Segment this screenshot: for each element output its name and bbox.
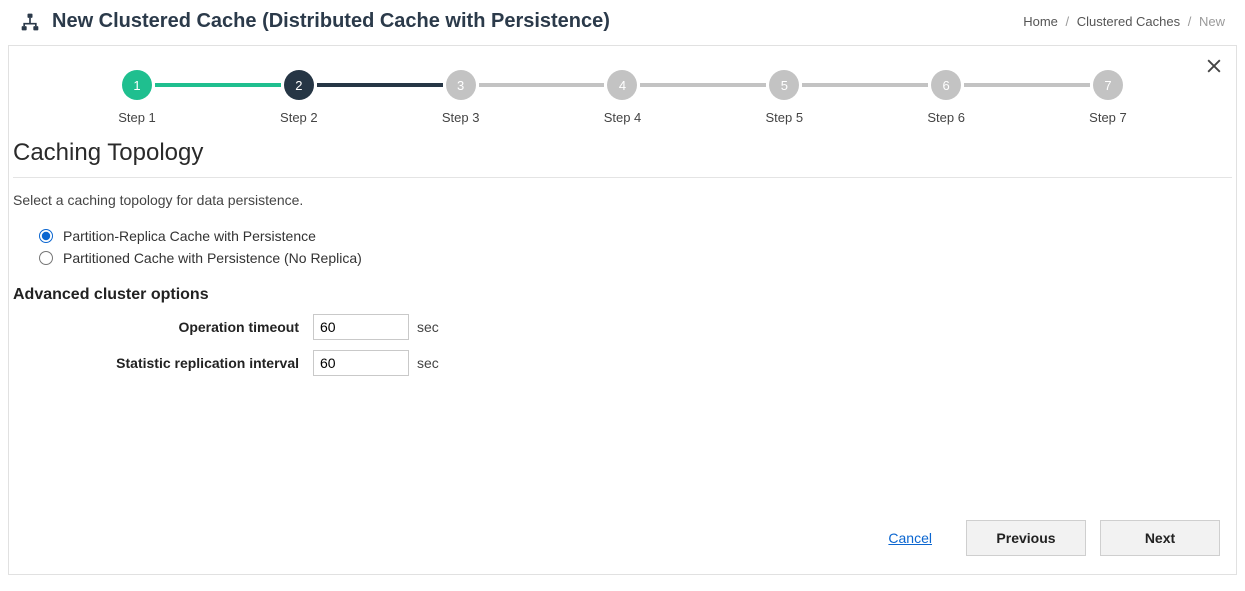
section-description: Select a caching topology for data persi… <box>13 192 1232 208</box>
page-header: New Clustered Cache (Distributed Cache w… <box>0 0 1245 45</box>
radio-input-partition-replica[interactable] <box>39 229 53 243</box>
operation-timeout-label: Operation timeout <box>13 319 313 335</box>
operation-timeout-input[interactable] <box>313 314 409 340</box>
stepper: 1 Step 1 2 Step 2 3 Step 3 4 Step 4 5 St… <box>9 46 1236 125</box>
breadcrumb-home[interactable]: Home <box>1023 14 1058 29</box>
radio-input-partitioned-noreplica[interactable] <box>39 251 53 265</box>
step-circle: 4 <box>607 70 637 100</box>
step-label: Step 2 <box>280 110 318 125</box>
step-connector <box>317 83 443 87</box>
divider <box>13 177 1232 178</box>
stat-replication-input[interactable] <box>313 350 409 376</box>
step-6[interactable]: 6 Step 6 <box>928 70 964 125</box>
close-icon[interactable] <box>1204 56 1224 76</box>
step-connector <box>479 83 605 87</box>
step-circle: 7 <box>1093 70 1123 100</box>
header-left: New Clustered Cache (Distributed Cache w… <box>20 10 610 33</box>
step-label: Step 5 <box>766 110 804 125</box>
breadcrumb-section[interactable]: Clustered Caches <box>1077 14 1180 29</box>
topology-radio-group: Partition-Replica Cache with Persistence… <box>13 228 1232 266</box>
stat-replication-unit: sec <box>417 355 439 371</box>
step-connector <box>802 83 928 87</box>
previous-button[interactable]: Previous <box>966 520 1086 556</box>
field-stat-replication: Statistic replication interval sec <box>13 350 1232 376</box>
breadcrumb: Home / Clustered Caches / New <box>1023 14 1225 29</box>
step-label: Step 6 <box>927 110 965 125</box>
step-connector <box>640 83 766 87</box>
step-circle: 2 <box>284 70 314 100</box>
step-circle: 1 <box>122 70 152 100</box>
breadcrumb-current: New <box>1199 14 1225 29</box>
step-circle: 5 <box>769 70 799 100</box>
cancel-link[interactable]: Cancel <box>888 530 932 546</box>
step-connector <box>964 83 1090 87</box>
next-button[interactable]: Next <box>1100 520 1220 556</box>
section-title: Caching Topology <box>9 125 1236 177</box>
step-circle: 3 <box>446 70 476 100</box>
step-label: Step 1 <box>118 110 156 125</box>
step-5[interactable]: 5 Step 5 <box>766 70 802 125</box>
sitemap-icon <box>20 12 40 32</box>
step-1[interactable]: 1 Step 1 <box>119 70 155 125</box>
step-7[interactable]: 7 Step 7 <box>1090 70 1126 125</box>
advanced-options-title: Advanced cluster options <box>13 286 1232 304</box>
breadcrumb-sep: / <box>1066 14 1070 29</box>
radio-label: Partitioned Cache with Persistence (No R… <box>63 250 362 266</box>
step-circle: 6 <box>931 70 961 100</box>
radio-partition-replica[interactable]: Partition-Replica Cache with Persistence <box>39 228 1232 244</box>
step-2[interactable]: 2 Step 2 <box>281 70 317 125</box>
radio-partitioned-noreplica[interactable]: Partitioned Cache with Persistence (No R… <box>39 250 1232 266</box>
step-label: Step 4 <box>604 110 642 125</box>
step-label: Step 3 <box>442 110 480 125</box>
field-operation-timeout: Operation timeout sec <box>13 314 1232 340</box>
step-connector <box>155 83 281 87</box>
wizard-panel: 1 Step 1 2 Step 2 3 Step 3 4 Step 4 5 St… <box>8 45 1237 575</box>
stat-replication-label: Statistic replication interval <box>13 355 313 371</box>
breadcrumb-sep: / <box>1188 14 1192 29</box>
wizard-footer: Cancel Previous Next <box>9 506 1236 574</box>
page-title: New Clustered Cache (Distributed Cache w… <box>52 10 610 33</box>
step-4[interactable]: 4 Step 4 <box>604 70 640 125</box>
radio-label: Partition-Replica Cache with Persistence <box>63 228 316 244</box>
step-3[interactable]: 3 Step 3 <box>443 70 479 125</box>
step-label: Step 7 <box>1089 110 1127 125</box>
operation-timeout-unit: sec <box>417 319 439 335</box>
